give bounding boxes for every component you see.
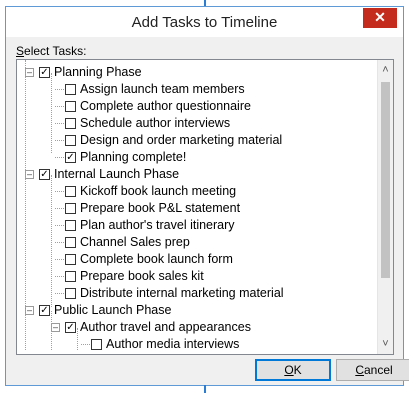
task-checkbox[interactable] xyxy=(65,135,76,146)
tree-item[interactable]: – ✓ Planning Phase xyxy=(17,64,377,81)
task-label: Distribute internal marketing material xyxy=(80,286,284,300)
tree-connector xyxy=(55,293,64,294)
tree-guide xyxy=(51,73,52,153)
task-checkbox[interactable]: ✓ xyxy=(39,67,50,78)
checkmark-icon: ✓ xyxy=(40,305,49,316)
task-checkbox[interactable] xyxy=(65,203,76,214)
tree-item[interactable]: Complete author questionnaire xyxy=(17,98,377,115)
add-tasks-dialog: Add Tasks to Timeline ✕ Select Tasks: ˄ … xyxy=(5,6,409,386)
tree-connector xyxy=(55,276,64,277)
task-label: Plan author's travel itinerary xyxy=(80,218,235,232)
checkmark-icon: ✓ xyxy=(40,67,49,78)
task-label: Internal Launch Phase xyxy=(54,167,180,181)
task-label: Planning complete! xyxy=(80,150,187,164)
ok-label: K xyxy=(293,363,302,377)
task-checkbox[interactable]: ✓ xyxy=(65,322,76,333)
title-bar: Add Tasks to Timeline ✕ xyxy=(6,7,403,37)
tree-item[interactable]: Design and order marketing material xyxy=(17,132,377,149)
tree-connector xyxy=(55,140,64,141)
cancel-button[interactable]: Cancel xyxy=(336,359,409,381)
task-checkbox[interactable] xyxy=(65,254,76,265)
select-tasks-label: Select Tasks: xyxy=(16,44,87,58)
cancel-label: ancel xyxy=(363,363,393,377)
tree-item[interactable]: Channel Sales prep xyxy=(17,234,377,251)
vertical-scrollbar[interactable]: ˄ ˅ xyxy=(377,60,393,354)
task-checkbox[interactable] xyxy=(65,118,76,129)
checkmark-icon: ✓ xyxy=(40,169,49,180)
task-label: Complete author questionnaire xyxy=(80,99,251,113)
tree-item[interactable]: Complete book launch form xyxy=(17,251,377,268)
tree-connector xyxy=(55,259,64,260)
tree-connector xyxy=(55,208,64,209)
task-label: Kickoff book launch meeting xyxy=(80,184,237,198)
checkmark-icon: ✓ xyxy=(66,152,75,163)
tree-item[interactable]: – ✓ Internal Launch Phase xyxy=(17,166,377,183)
task-checkbox[interactable] xyxy=(91,339,102,350)
tree-item[interactable]: Prepare book sales kit xyxy=(17,268,377,285)
dialog-title: Add Tasks to Timeline xyxy=(131,14,278,31)
tree-item[interactable]: ✓ Planning complete! xyxy=(17,149,377,166)
task-tree[interactable]: ˄ ˅ – ✓ Planning Phase Assign launch team m… xyxy=(16,59,394,355)
task-label: Design and order marketing material xyxy=(80,133,283,147)
tree-item[interactable]: – ✓ Public Launch Phase xyxy=(17,302,377,319)
scroll-thumb[interactable] xyxy=(381,82,390,278)
task-label: Planning Phase xyxy=(54,65,142,79)
task-checkbox[interactable] xyxy=(65,220,76,231)
tree-item[interactable]: Distribute internal marketing material xyxy=(17,285,377,302)
select-tasks-access-key: S xyxy=(16,44,25,58)
ok-button[interactable]: OK xyxy=(255,359,331,381)
tree-connector xyxy=(81,344,90,345)
cancel-access-key: C xyxy=(355,363,364,377)
tree-connector xyxy=(55,89,64,90)
task-checkbox[interactable] xyxy=(65,288,76,299)
scroll-up-icon[interactable]: ˄ xyxy=(378,64,393,76)
tree-connector xyxy=(55,242,64,243)
checkmark-icon: ✓ xyxy=(66,322,75,333)
collapse-icon[interactable]: – xyxy=(25,306,34,315)
close-button[interactable]: ✕ xyxy=(363,8,397,28)
task-label: Public Launch Phase xyxy=(54,303,172,317)
select-tasks-label-text: elect Tasks: xyxy=(24,44,87,58)
collapse-icon[interactable]: – xyxy=(51,323,60,332)
tree-connector xyxy=(55,106,64,107)
collapse-icon[interactable]: – xyxy=(25,170,34,179)
tree-item[interactable]: Assign launch team members xyxy=(17,81,377,98)
task-checkbox[interactable] xyxy=(65,186,76,197)
task-checkbox[interactable]: ✓ xyxy=(39,305,50,316)
task-checkbox[interactable]: ✓ xyxy=(65,152,76,163)
task-checkbox[interactable] xyxy=(65,271,76,282)
tree-connector xyxy=(55,123,64,124)
tree-item[interactable]: Author media interviews xyxy=(17,336,377,353)
tree-item[interactable]: Prepare book P&L statement xyxy=(17,200,377,217)
collapse-icon[interactable]: – xyxy=(25,68,34,77)
tree-item[interactable]: Kickoff book launch meeting xyxy=(17,183,377,200)
tree-guide xyxy=(77,328,78,350)
timeline-connector-bottom xyxy=(204,385,206,393)
tree-guide xyxy=(51,175,52,307)
tree-connector xyxy=(55,191,64,192)
task-label: Author travel and appearances xyxy=(80,320,251,334)
task-checkbox[interactable] xyxy=(65,84,76,95)
tree-guide xyxy=(25,60,26,350)
tree-connector xyxy=(55,157,64,158)
task-label: Complete book launch form xyxy=(80,252,233,266)
task-label: Author media interviews xyxy=(106,337,240,351)
scroll-down-icon[interactable]: ˅ xyxy=(378,338,393,350)
task-label: Assign launch team members xyxy=(80,82,245,96)
ok-access-key: O xyxy=(284,363,294,377)
tree-item[interactable]: – ✓ Author travel and appearances xyxy=(17,319,377,336)
tree-item[interactable]: Schedule author interviews xyxy=(17,115,377,132)
tree-connector xyxy=(55,225,64,226)
task-checkbox[interactable] xyxy=(65,101,76,112)
task-checkbox[interactable]: ✓ xyxy=(39,169,50,180)
task-label: Prepare book sales kit xyxy=(80,269,204,283)
task-checkbox[interactable] xyxy=(65,237,76,248)
close-icon: ✕ xyxy=(374,9,386,25)
task-label: Schedule author interviews xyxy=(80,116,231,130)
task-label: Prepare book P&L statement xyxy=(80,201,241,215)
tree-item[interactable]: Plan author's travel itinerary xyxy=(17,217,377,234)
tree-guide xyxy=(51,311,52,350)
task-label: Channel Sales prep xyxy=(80,235,190,249)
